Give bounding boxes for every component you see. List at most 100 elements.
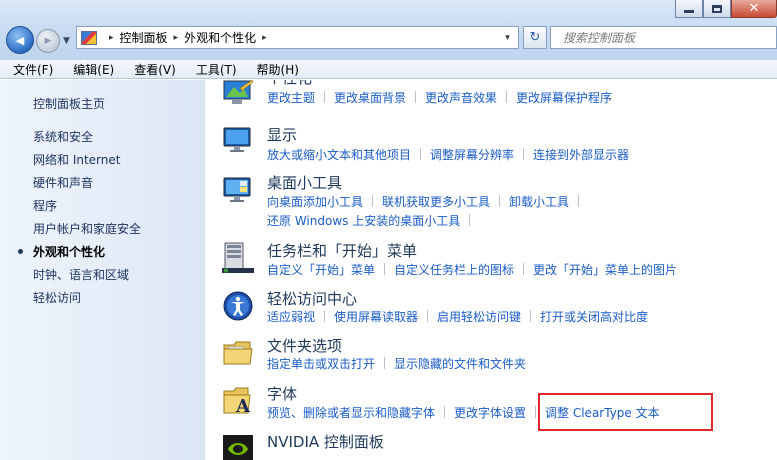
search-input[interactable]: 搜索控制面板 [550, 26, 777, 49]
highlight-box [538, 393, 713, 431]
address-bar[interactable]: ▸ 控制面板 ▸ 外观和个性化 ▸ [76, 26, 519, 49]
chevron-down-icon: ▾ [505, 32, 510, 43]
minimize-button[interactable] [675, 0, 703, 18]
category-links: 自定义「开始」菜单 自定义任务栏上的图标 更改「开始」菜单上的图片 [267, 261, 677, 278]
refresh-button[interactable]: ↻ [523, 26, 547, 49]
active-item-bullet [18, 249, 23, 254]
breadcrumb-appearance[interactable]: 外观和个性化 [184, 29, 256, 46]
back-button[interactable]: ◀ [6, 26, 34, 54]
search-placeholder: 搜索控制面板 [563, 31, 636, 45]
link-divider [469, 214, 471, 226]
link-single-double-click[interactable]: 指定单击或双击打开 [267, 357, 375, 371]
category-links: 放大或缩小文本和其他项目 调整屏幕分辨率 连接到外部显示器 [267, 146, 629, 163]
category-title[interactable]: 任务栏和「开始」菜单 [267, 240, 417, 261]
forward-button[interactable]: ▶ [36, 29, 60, 53]
link-high-contrast[interactable]: 打开或关闭高对比度 [540, 310, 648, 324]
sidebar-item-hardware-sound[interactable]: 硬件和声音 [33, 174, 93, 191]
breadcrumb-control-panel[interactable]: 控制面板 [120, 29, 168, 46]
recent-pages-dropdown[interactable]: ▼ [63, 36, 70, 46]
window-titlebar: ✕ ◀ ▶ ▼ ▸ 控制面板 ▸ 外观和个性化 ▸ ▾ ↻ 搜索控制面板 [0, 0, 777, 60]
sidebar-item-ease-of-access[interactable]: 轻松访问 [33, 289, 81, 306]
maximize-button[interactable] [703, 0, 731, 18]
link-accessibility-keys[interactable]: 启用轻松访问键 [437, 310, 521, 324]
close-button[interactable]: ✕ [731, 0, 777, 18]
category-links: 向桌面添加小工具 联机获取更多小工具 卸载小工具 [267, 193, 588, 210]
link-divider [523, 263, 525, 275]
link-external-display[interactable]: 连接到外部显示器 [533, 148, 629, 162]
link-divider [415, 91, 417, 103]
menu-edit[interactable]: 编辑(E) [60, 61, 121, 78]
taskbar-icon [222, 242, 254, 273]
nvidia-icon [223, 435, 253, 460]
sidebar-item-system-security[interactable]: 系统和安全 [33, 128, 93, 145]
menu-view[interactable]: 查看(V) [121, 61, 183, 78]
sidebar-item-network[interactable]: 网络和 Internet [33, 151, 120, 168]
category-title[interactable]: 字体 [267, 383, 297, 404]
close-icon: ✕ [748, 1, 760, 16]
link-divider [499, 195, 501, 207]
link-divider [384, 357, 386, 369]
category-title[interactable]: 文件夹选项 [267, 335, 342, 356]
category-title[interactable]: 桌面小工具 [267, 172, 342, 193]
breadcrumb-separator[interactable]: ▸ [262, 33, 267, 43]
display-icon [223, 127, 251, 152]
sidebar-item-appearance[interactable]: 外观和个性化 [33, 243, 105, 260]
link-divider [530, 310, 532, 322]
link-screen-reader[interactable]: 使用屏幕读取器 [334, 310, 418, 324]
category-title[interactable]: 显示 [267, 124, 297, 145]
link-text-size[interactable]: 放大或缩小文本和其他项目 [267, 148, 411, 162]
link-change-screensaver[interactable]: 更改屏幕保护程序 [516, 91, 612, 105]
menu-file[interactable]: 文件(F) [0, 61, 60, 78]
maximize-icon [712, 4, 722, 13]
sidebar-item-programs[interactable]: 程序 [33, 197, 57, 214]
sidebar-item-control-panel-home[interactable]: 控制面板主页 [33, 95, 105, 112]
link-font-settings[interactable]: 更改字体设置 [454, 406, 526, 420]
link-show-hidden-files[interactable]: 显示隐藏的文件和文件夹 [394, 357, 526, 371]
link-customize-taskbar-icons[interactable]: 自定义任务栏上的图标 [394, 263, 514, 277]
minimize-icon [684, 10, 694, 13]
link-get-more-gadgets[interactable]: 联机获取更多小工具 [382, 195, 490, 209]
sidebar-item-clock-language[interactable]: 时钟、语言和区域 [33, 266, 129, 283]
category-links: 还原 Windows 上安装的桌面小工具 [267, 212, 479, 229]
link-preview-fonts[interactable]: 预览、删除或者显示和隐藏字体 [267, 406, 435, 420]
forward-arrow-icon: ▶ [44, 36, 52, 46]
breadcrumb-separator[interactable]: ▸ [174, 33, 179, 43]
category-links: 指定单击或双击打开 显示隐藏的文件和文件夹 [267, 355, 526, 372]
link-add-gadgets[interactable]: 向桌面添加小工具 [267, 195, 363, 209]
link-low-vision[interactable]: 适应弱视 [267, 310, 315, 324]
window-controls: ✕ [675, 0, 777, 20]
category-title[interactable]: 个性化 [267, 80, 312, 88]
back-arrow-icon: ◀ [15, 33, 25, 47]
link-divider [535, 406, 537, 418]
link-screen-resolution[interactable]: 调整屏幕分辨率 [430, 148, 514, 162]
link-change-start-picture[interactable]: 更改「开始」菜单上的图片 [533, 263, 677, 277]
category-links: 更改主题 更改桌面背景 更改声音效果 更改屏幕保护程序 [267, 89, 612, 106]
link-change-sounds[interactable]: 更改声音效果 [425, 91, 497, 105]
breadcrumb-separator[interactable]: ▸ [109, 33, 114, 43]
category-links: 适应弱视 使用屏幕读取器 启用轻松访问键 打开或关闭高对比度 [267, 308, 648, 325]
category-title[interactable]: 轻松访问中心 [267, 288, 357, 309]
svg-text:A: A [235, 396, 251, 417]
menu-help[interactable]: 帮助(H) [244, 61, 306, 78]
link-divider [324, 91, 326, 103]
refresh-icon: ↻ [529, 30, 541, 45]
link-divider [372, 195, 374, 207]
personalization-icon [223, 80, 254, 104]
link-divider [324, 310, 326, 322]
address-dropdown-button[interactable]: ▾ [497, 26, 519, 49]
menu-tools[interactable]: 工具(T) [183, 61, 244, 78]
sidebar-item-user-accounts[interactable]: 用户帐户和家庭安全 [33, 220, 141, 237]
ease-of-access-icon [223, 291, 253, 321]
link-restore-gadgets[interactable]: 还原 Windows 上安装的桌面小工具 [267, 214, 460, 228]
link-divider [427, 310, 429, 322]
gadgets-icon [223, 177, 251, 202]
link-customize-start-menu[interactable]: 自定义「开始」菜单 [267, 263, 375, 277]
category-title[interactable]: NVIDIA 控制面板 [267, 431, 384, 452]
menu-bar: 文件(F) 编辑(E) 查看(V) 工具(T) 帮助(H) [0, 60, 777, 79]
link-uninstall-gadget[interactable]: 卸载小工具 [509, 195, 569, 209]
link-change-theme[interactable]: 更改主题 [267, 91, 315, 105]
link-divider [420, 148, 422, 160]
link-divider [444, 406, 446, 418]
left-navigation-pane: 控制面板主页 系统和安全 网络和 Internet 硬件和声音 程序 用户帐户和… [0, 80, 205, 460]
link-change-background[interactable]: 更改桌面背景 [334, 91, 406, 105]
